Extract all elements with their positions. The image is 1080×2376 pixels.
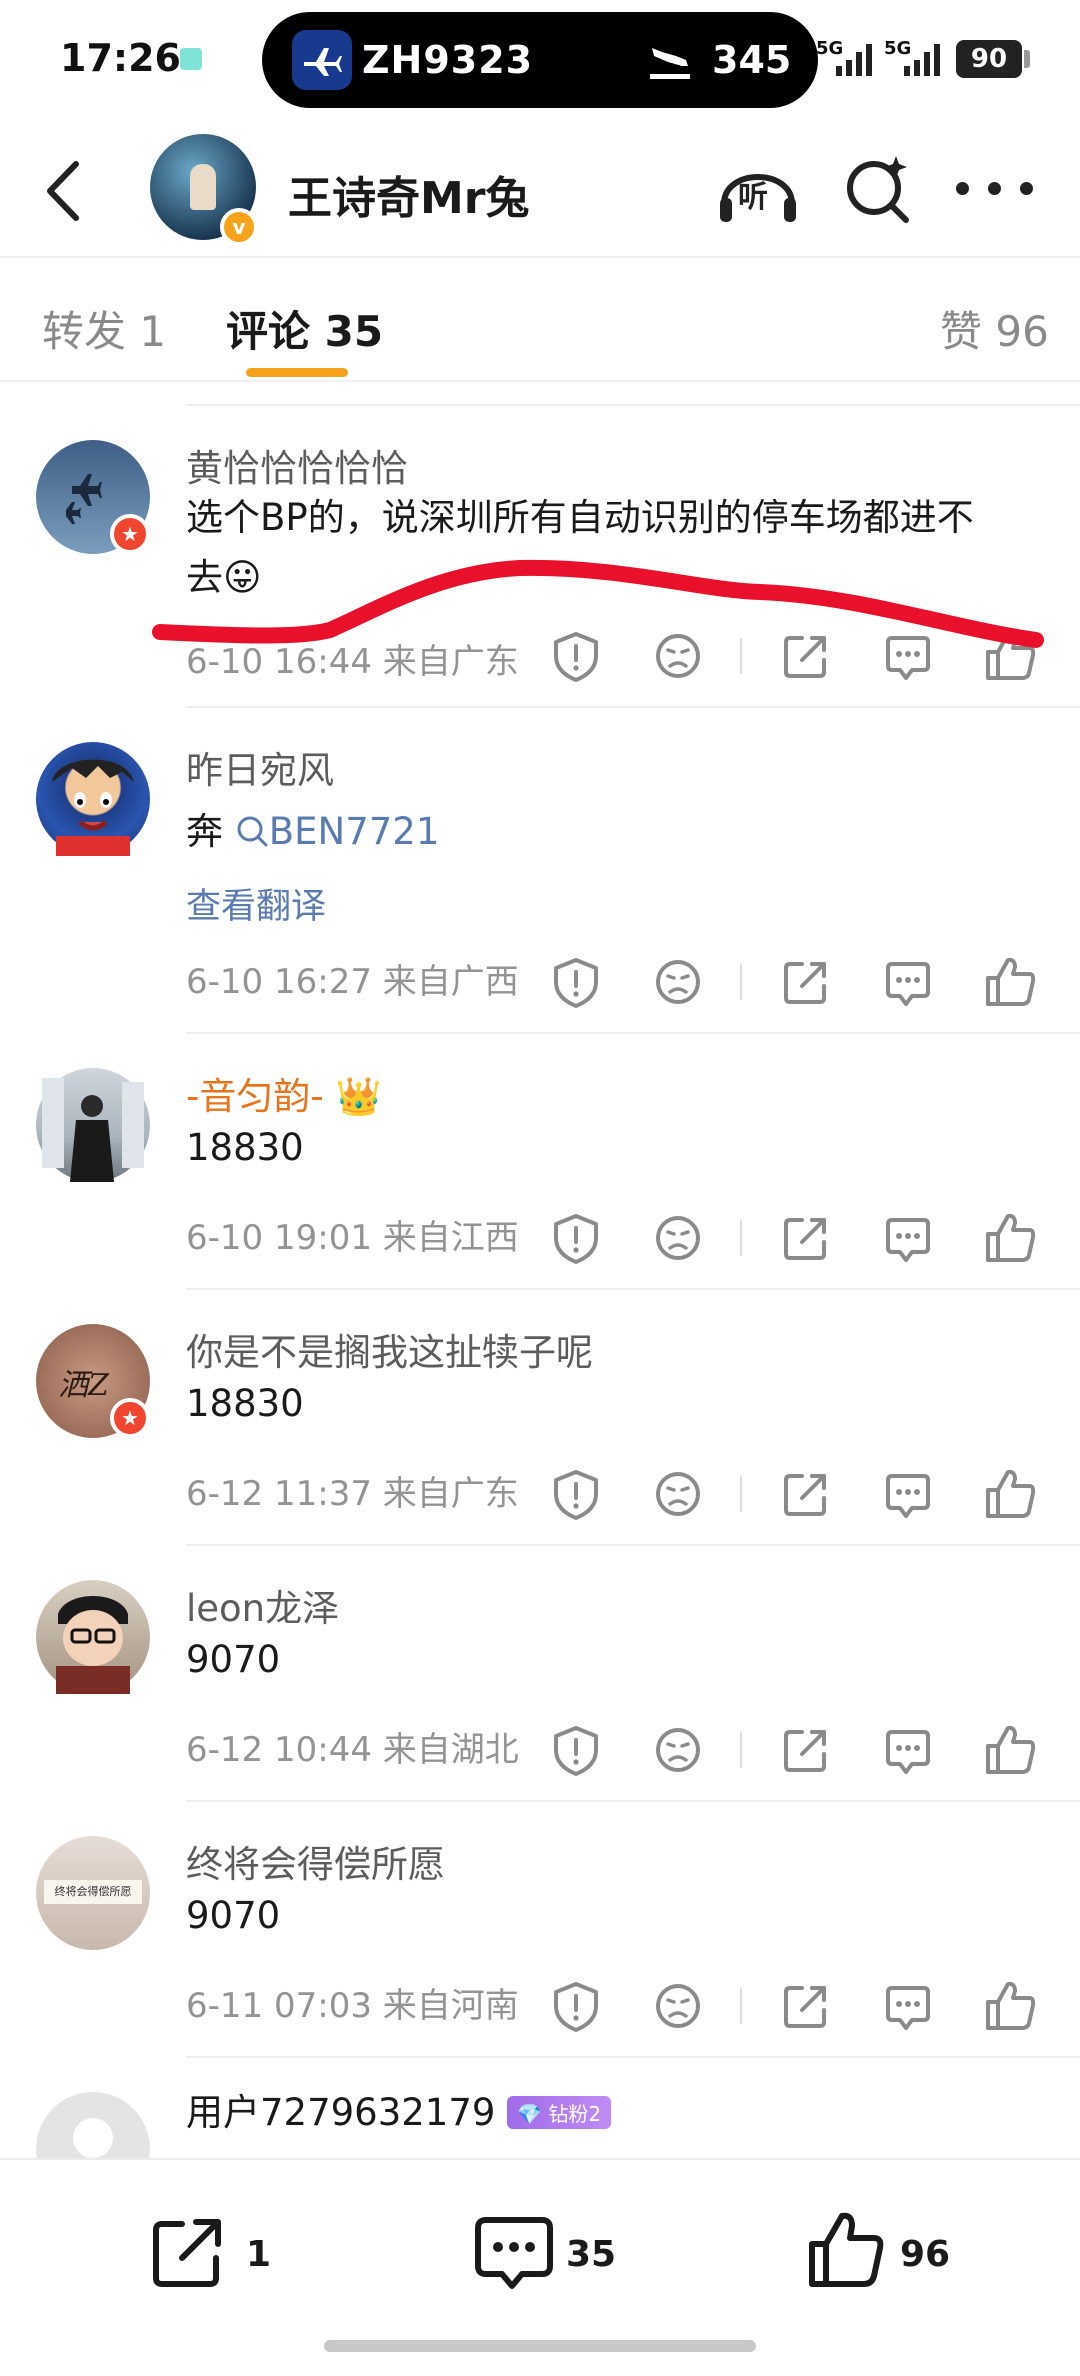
commenter-avatar[interactable] [36,1580,150,1694]
avatar-person [42,1078,144,1182]
comment-meta: 6-11 07:03 来自河南 [186,1986,519,2026]
share-icon[interactable] [778,1978,834,2034]
like-button[interactable]: 96 [804,2208,964,2298]
like-icon[interactable] [982,1466,1038,1522]
avatar-face [56,1596,130,1694]
action-divider [740,964,742,1000]
action-divider [740,1476,742,1512]
avatar-note: 终将会得偿所愿 [44,1880,142,1904]
dislike-icon[interactable] [650,1722,706,1778]
comment-meta: 6-12 11:37 来自广东 [186,1474,519,1514]
commenter-name-text: -音匀韵- [186,1075,324,1118]
dislike-icon[interactable] [650,1978,706,2034]
comment-text: 18830 [186,1126,304,1169]
share-icon[interactable] [778,954,834,1010]
report-icon[interactable] [548,954,604,1010]
commenter-avatar[interactable] [36,2092,150,2158]
action-divider [740,1732,742,1768]
fan-badge: 💎 钻粉2 [507,2096,612,2129]
commenter-name[interactable]: leon龙泽 [186,1578,339,1632]
repost-button[interactable]: 1 [148,2208,278,2298]
commenter-name[interactable]: 昨日宛风 [186,740,334,794]
report-icon[interactable] [548,1978,604,2034]
comment-text: 9070 [186,1638,281,1681]
home-indicator[interactable] [324,2340,756,2352]
commenter-avatar[interactable] [36,742,150,856]
dislike-icon[interactable] [650,954,706,1010]
comment-button[interactable]: 35 [472,2208,632,2298]
member-badge-icon: ★ [110,1398,150,1438]
like-icon[interactable] [982,1978,1038,2034]
action-divider [740,1220,742,1256]
comment-text: 奔 BEN7721 [186,802,1046,862]
comment-icon [475,2217,553,2289]
share-icon[interactable] [778,1722,834,1778]
comment-meta: 6-10 19:01 来自江西 [186,1218,519,1258]
share-icon[interactable] [778,1210,834,1266]
commenter-name[interactable]: 你是不是搁我这扯犊子呢 [186,1322,593,1376]
share-icon[interactable] [778,1466,834,1522]
comment-item: 用户7279632179 💎 钻粉2 [0,2056,1080,2158]
comment-text: 9070 [186,1894,281,1937]
reply-icon[interactable] [880,1978,936,2034]
annotation-stroke [152,559,1044,648]
default-avatar-icon [73,2118,113,2158]
repost-count: 1 [246,2234,272,2275]
comment-meta: 6-12 10:44 来自湖北 [186,1730,519,1770]
translate-link[interactable]: 查看翻译 [186,878,326,929]
share-icon [153,2219,221,2287]
dislike-icon[interactable] [650,1466,706,1522]
reply-icon[interactable] [880,954,936,1010]
commenter-name[interactable]: 用户7279632179 💎 钻粉2 [186,2082,612,2136]
crown-icon: 👑 [335,1075,382,1118]
reply-icon[interactable] [880,1466,936,1522]
action-divider [740,1988,742,2024]
commenter-avatar[interactable] [36,1068,150,1182]
comment-count: 35 [566,2234,617,2275]
commenter-avatar[interactable]: 洒Z ★ [36,1324,150,1438]
reply-icon[interactable] [880,1210,936,1266]
fan-badge-label: 钻粉2 [548,2102,602,2126]
report-icon[interactable] [548,1722,604,1778]
commenter-name-text: 用户7279632179 [186,2091,496,2134]
thumbs-up-icon [809,2212,884,2287]
search-link[interactable]: BEN7721 [269,810,440,853]
comment-meta: 6-10 16:27 来自广西 [186,962,519,1002]
report-icon[interactable] [548,1466,604,1522]
search-link-icon [237,816,268,847]
commenter-name[interactable]: -音匀韵- 👑 [186,1066,382,1120]
commenter-name[interactable]: 终将会得偿所愿 [186,1834,445,1888]
comment-text: 18830 [186,1382,304,1425]
like-icon[interactable] [982,1210,1038,1266]
reply-icon[interactable] [880,1722,936,1778]
report-icon[interactable] [548,1210,604,1266]
commenter-avatar[interactable]: 终将会得偿所愿 [36,1836,150,1950]
dislike-icon[interactable] [650,1210,706,1266]
avatar-cartoon [52,759,134,856]
avatar-handwriting: 洒Z [58,1368,109,1403]
like-icon[interactable] [982,1722,1038,1778]
like-count: 96 [900,2234,951,2275]
comment-text-prefix: 奔 [186,810,235,853]
like-icon[interactable] [982,954,1038,1010]
